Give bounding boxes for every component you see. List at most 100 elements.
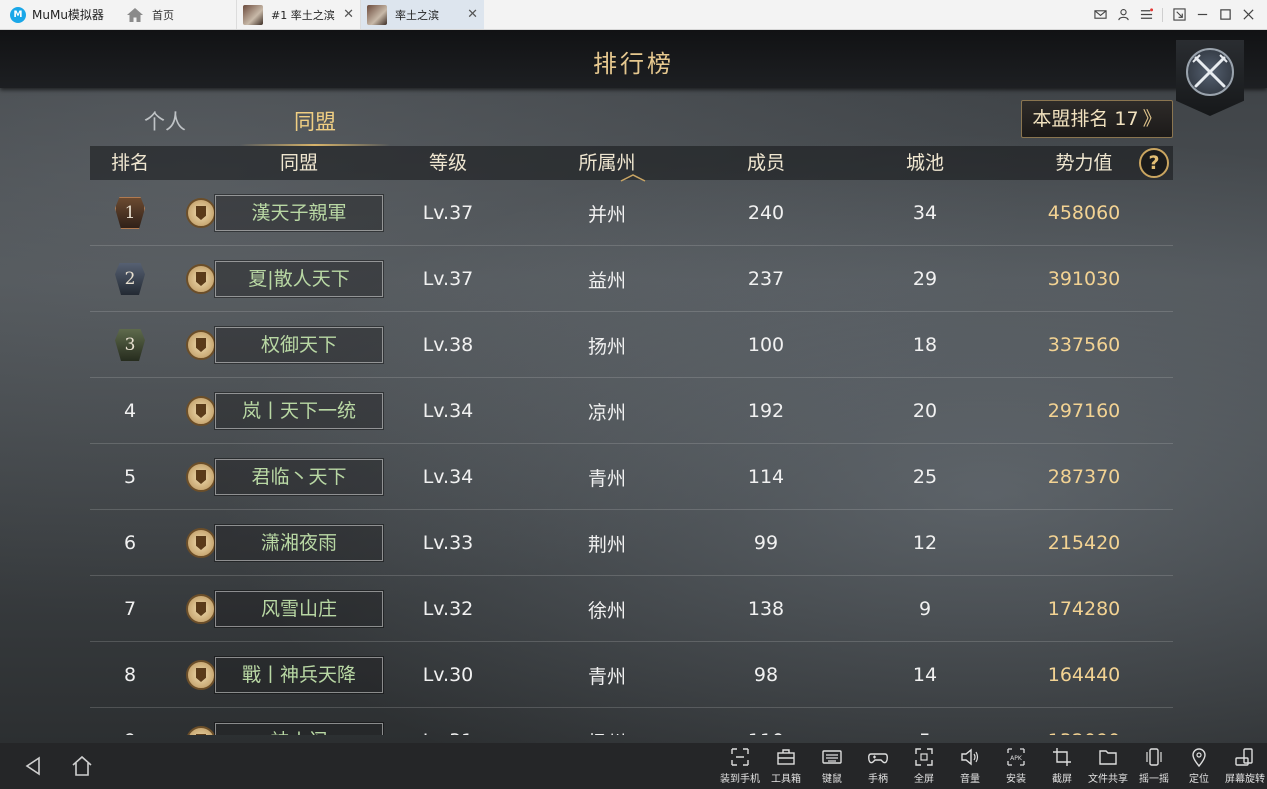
rank-number: 6 bbox=[123, 532, 137, 554]
help-button[interactable]: ? bbox=[1139, 148, 1169, 178]
alliance-power: 132090 bbox=[1034, 708, 1134, 735]
toolbar-label: 定位 bbox=[1189, 774, 1209, 785]
emulator-window: M MuMu模拟器 首页 #1 率土之滨 ✕ 率土之滨 ✕ 排行榜 个人 同盟 … bbox=[0, 0, 1267, 789]
table-row[interactable]: 5 君临丶天下 Lv.34 青州 114 25 287370 bbox=[90, 444, 1173, 510]
apk-install-icon: APK bbox=[1007, 748, 1025, 766]
table-row[interactable]: 4 岚丨天下一统 Lv.34 凉州 192 20 297160 bbox=[90, 378, 1173, 444]
toolbar-button-toolbox[interactable]: 工具箱 bbox=[760, 746, 812, 788]
alliance-state: 扬州 bbox=[557, 708, 657, 736]
game-screen: 排行榜 个人 同盟 本盟排名 17 》 排名 同盟 等级 所属州 成员 城池 势… bbox=[0, 30, 1267, 743]
toolbar-button-keyboard[interactable]: 键鼠 bbox=[806, 746, 858, 788]
app-name: MuMu模拟器 bbox=[32, 8, 104, 22]
rotate-screen-icon bbox=[1235, 748, 1253, 766]
alliance-cities: 34 bbox=[912, 202, 938, 224]
alliance-power: 297160 bbox=[1047, 400, 1121, 422]
alliance-name[interactable]: 夏|散人天下 bbox=[214, 260, 384, 298]
alliance-members: 114 bbox=[747, 466, 785, 488]
close-ranking-button[interactable] bbox=[1176, 40, 1244, 116]
close-icon[interactable]: ✕ bbox=[467, 7, 478, 22]
toolbar-button-install-to-phone[interactable]: 装到手机 bbox=[714, 746, 766, 788]
close-window-icon[interactable] bbox=[1241, 8, 1255, 22]
toolbar-label: 摇一摇 bbox=[1139, 774, 1169, 785]
page-title: 排行榜 bbox=[593, 50, 674, 78]
table-row[interactable]: 3 权御天下 Lv.38 扬州 100 18 337560 bbox=[90, 312, 1173, 378]
table-row[interactable]: 1 漢天子親軍 Lv.37 并州 240 34 458060 bbox=[90, 180, 1173, 246]
alliance-flag-icon bbox=[186, 264, 216, 294]
window-controls bbox=[1093, 0, 1267, 29]
alliance-name[interactable]: 权御天下 bbox=[214, 326, 384, 364]
menu-icon[interactable] bbox=[1139, 8, 1153, 22]
toolbar-button-location[interactable]: 定位 bbox=[1173, 746, 1225, 788]
table-row[interactable]: 2 夏|散人天下 Lv.37 益州 237 29 391030 bbox=[90, 246, 1173, 312]
tab-label: 率土之滨 bbox=[395, 8, 439, 22]
toolbar-button-volume[interactable]: 音量 bbox=[944, 746, 996, 788]
toolbar-button-gamepad[interactable]: 手柄 bbox=[852, 746, 904, 788]
table-row[interactable]: 7 风雪山庄 Lv.32 徐州 138 9 174280 bbox=[90, 576, 1173, 642]
alliance-name[interactable]: 漢天子親軍 bbox=[214, 194, 384, 232]
home-icon bbox=[72, 755, 92, 776]
alliance-power: 215420 bbox=[1047, 532, 1121, 554]
alliance-power: 287370 bbox=[1047, 466, 1121, 488]
maximize-icon[interactable] bbox=[1218, 8, 1232, 22]
alliance-name[interactable]: 潇湘夜雨 bbox=[214, 524, 384, 562]
game-thumbnail-icon bbox=[243, 4, 263, 25]
alliance-name[interactable]: 戰丨神兵天降 bbox=[214, 656, 384, 694]
back-button[interactable] bbox=[20, 753, 46, 779]
toolbar-label: 截屏 bbox=[1052, 774, 1072, 785]
toolbar-button-rotate-screen[interactable]: 屏幕旋转 bbox=[1219, 746, 1267, 788]
toolbar-button-screenshot[interactable]: 截屏 bbox=[1036, 746, 1088, 788]
tab-alliance[interactable]: 同盟 bbox=[240, 100, 390, 146]
tab-game-1[interactable]: #1 率土之滨 ✕ bbox=[236, 0, 360, 29]
close-icon[interactable]: ✕ bbox=[343, 7, 354, 22]
alliance-cities: 5 bbox=[875, 708, 975, 735]
folder-icon bbox=[1099, 750, 1117, 765]
tab-game-2[interactable]: 率土之滨 ✕ bbox=[360, 0, 484, 29]
title-spacer bbox=[484, 0, 1093, 29]
alliance-name[interactable]: 神丨阁 bbox=[214, 722, 384, 735]
alliance-cities: 20 bbox=[912, 400, 938, 422]
alliance-level: Lv.31 bbox=[398, 708, 498, 735]
alliance-flag-icon bbox=[186, 660, 216, 690]
toolbar-button-folder[interactable]: 文件共享 bbox=[1082, 746, 1134, 788]
home-button[interactable] bbox=[69, 753, 95, 779]
alliance-cities: 9 bbox=[918, 598, 932, 620]
column-header-cities: 城池 bbox=[905, 152, 944, 174]
table-row[interactable]: 9 神丨阁 Lv.31 扬州 110 5 132090 bbox=[90, 708, 1173, 735]
user-icon[interactable] bbox=[1116, 8, 1130, 22]
toolbar-label: 文件共享 bbox=[1088, 774, 1128, 785]
double-chevron-right-icon: 》 bbox=[1142, 108, 1162, 130]
toolbar-label: 键鼠 bbox=[822, 774, 842, 785]
alliance-members: 99 bbox=[753, 532, 779, 554]
alliance-level: Lv.34 bbox=[422, 400, 474, 422]
alliance-name[interactable]: 风雪山庄 bbox=[214, 590, 384, 628]
alliance-state: 青州 bbox=[587, 467, 626, 490]
ranking-list[interactable]: 1 漢天子親軍 Lv.37 并州 240 34 458060 2 夏|散人天下 Lv.37 益州 23… bbox=[90, 180, 1173, 735]
alliance-name[interactable]: 君临丶天下 bbox=[214, 458, 384, 496]
alliance-state: 扬州 bbox=[587, 335, 626, 358]
compact-mode-icon[interactable] bbox=[1172, 8, 1186, 22]
alliance-level: Lv.32 bbox=[422, 598, 474, 620]
rank-cell: 6 bbox=[90, 510, 170, 576]
tab-personal[interactable]: 个人 bbox=[90, 100, 240, 144]
rank-cell: 8 bbox=[90, 642, 170, 708]
table-row[interactable]: 6 潇湘夜雨 Lv.33 荆州 99 12 215420 bbox=[90, 510, 1173, 576]
table-row[interactable]: 8 戰丨神兵天降 Lv.30 青州 98 14 164440 bbox=[90, 642, 1173, 708]
minimize-icon[interactable] bbox=[1195, 8, 1209, 22]
toolbar-button-apk-install[interactable]: APK 安装 bbox=[990, 746, 1042, 788]
location-icon bbox=[1192, 748, 1206, 768]
alliance-flag-icon bbox=[186, 462, 216, 492]
rank-number: 7 bbox=[123, 598, 137, 620]
alliance-cities: 25 bbox=[912, 466, 938, 488]
alliance-power: 174280 bbox=[1047, 598, 1121, 620]
alliance-state: 青州 bbox=[587, 665, 626, 688]
toolbar-button-fullscreen[interactable]: 全屏 bbox=[898, 746, 950, 788]
volume-icon bbox=[961, 748, 979, 766]
svg-text:APK: APK bbox=[1010, 755, 1023, 762]
mail-icon[interactable] bbox=[1093, 8, 1107, 22]
my-alliance-rank-button[interactable]: 本盟排名 17 》 bbox=[1021, 100, 1173, 138]
tab-home[interactable]: 首页 bbox=[120, 0, 236, 29]
alliance-level: Lv.33 bbox=[422, 532, 474, 554]
column-header-rank: 排名 bbox=[110, 152, 149, 174]
toolbar-label: 全屏 bbox=[914, 774, 934, 785]
alliance-name[interactable]: 岚丨天下一统 bbox=[214, 392, 384, 430]
